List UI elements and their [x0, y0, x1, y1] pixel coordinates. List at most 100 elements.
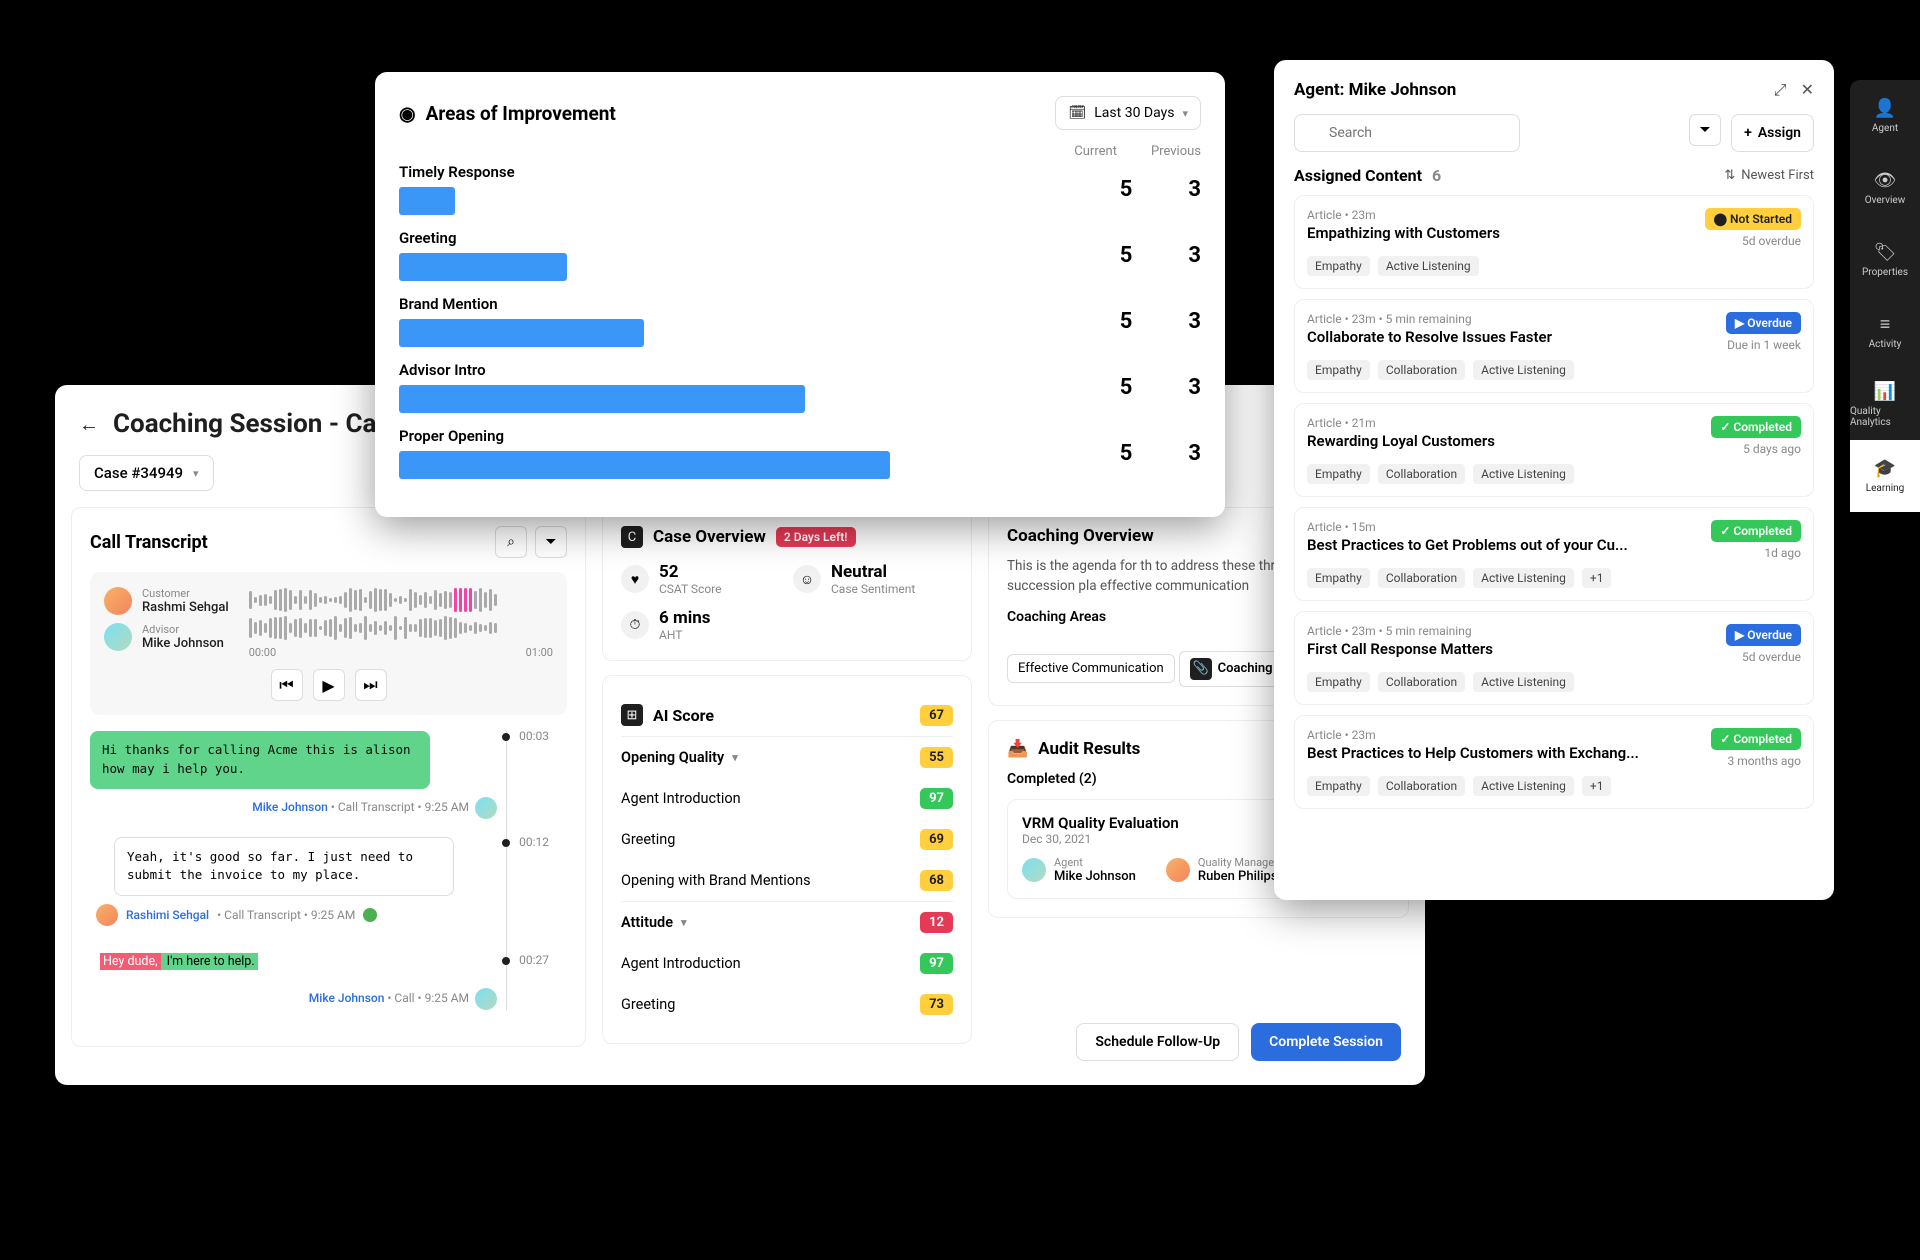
- chevron-down-icon: ▾: [1182, 107, 1188, 120]
- tag: Empathy: [1307, 672, 1370, 692]
- tag: Collaboration: [1378, 672, 1465, 692]
- transcript-message[interactable]: Yeah, it's good so far. I just need to s…: [114, 837, 454, 897]
- date-range-selector[interactable]: 🗓Last 30 Days▾: [1055, 96, 1201, 130]
- metric-label: Advisor Intro: [399, 361, 1100, 379]
- metric-bar: [399, 187, 455, 215]
- status-badge: ▶ Overdue: [1726, 312, 1801, 334]
- tag: Active Listening: [1473, 776, 1574, 796]
- status-dot-icon: [363, 908, 377, 922]
- case-selector[interactable]: Case #34949 ▾: [79, 455, 214, 491]
- metric-current: 5: [1120, 177, 1133, 202]
- tag: Active Listening: [1473, 360, 1574, 380]
- sentiment-icon: ☺: [793, 565, 821, 593]
- metric-bar: [399, 385, 805, 413]
- audio-player: CustomerRashmi Sehgal AdvisorMike Johnso…: [90, 572, 567, 715]
- coaching-area-pill[interactable]: Effective Communication: [1007, 654, 1175, 683]
- tag: Empathy: [1307, 360, 1370, 380]
- metric-bar: [399, 451, 890, 479]
- tag: Empathy: [1307, 568, 1370, 588]
- metric-bar: [399, 319, 644, 347]
- nav-quality[interactable]: 📊Quality Analytics: [1850, 368, 1920, 440]
- content-title: First Call Response Matters: [1307, 640, 1493, 658]
- heart-icon: ♥: [621, 565, 649, 593]
- prev-button[interactable]: ⏮: [271, 669, 303, 701]
- content-card[interactable]: Article • 23m • 5 min remainingCollabora…: [1294, 299, 1814, 393]
- nav-learning[interactable]: 🎓Learning: [1850, 440, 1920, 512]
- content-card[interactable]: Article • 21mRewarding Loyal Customers✓ …: [1294, 403, 1814, 497]
- activity-icon: ≡: [1880, 314, 1891, 335]
- tag: +1: [1582, 568, 1612, 588]
- case-overview-panel: CCase Overview2 Days Left! ♥52CSAT Score…: [602, 507, 972, 661]
- content-title: Best Practices to Get Problems out of yo…: [1307, 536, 1628, 554]
- content-card[interactable]: Article • 23mBest Practices to Help Cust…: [1294, 715, 1814, 809]
- content-meta: Article • 21m: [1307, 416, 1495, 430]
- metric-label: Greeting: [399, 229, 1100, 247]
- waveform[interactable]: [249, 614, 553, 642]
- agent-icon: 👤: [1874, 98, 1896, 119]
- due-text: 5d overdue: [1705, 234, 1801, 248]
- nav-agent[interactable]: 👤Agent: [1850, 80, 1920, 152]
- tag: Collaboration: [1378, 464, 1465, 484]
- next-button[interactable]: ⏭: [355, 669, 387, 701]
- filter-icon[interactable]: ⏷: [1689, 114, 1721, 146]
- search-icon[interactable]: ⌕: [495, 526, 527, 558]
- nav-overview[interactable]: 👁Overview: [1850, 152, 1920, 224]
- due-text: Due in 1 week: [1726, 338, 1801, 352]
- calendar-icon: 🗓: [1068, 105, 1086, 121]
- schedule-followup-button[interactable]: Schedule Follow-Up: [1076, 1023, 1239, 1061]
- clock-icon: ⏱: [621, 611, 649, 639]
- close-icon[interactable]: ✕: [1801, 80, 1814, 100]
- avatar: [475, 797, 497, 819]
- assign-button[interactable]: +Assign: [1731, 114, 1814, 152]
- tag: Active Listening: [1473, 672, 1574, 692]
- sort-icon: ⇅: [1724, 168, 1735, 183]
- metric-previous: 3: [1188, 441, 1201, 466]
- content-card[interactable]: Article • 23m • 5 min remaining First Cal…: [1294, 611, 1814, 705]
- metric-bar: [399, 253, 567, 281]
- target-icon: ◉: [399, 102, 416, 125]
- plus-icon: +: [1744, 125, 1752, 141]
- status-badge: ▶ Overdue: [1726, 624, 1801, 646]
- transcript-message[interactable]: Hi thanks for calling Acme this is aliso…: [90, 731, 430, 789]
- due-text: 5d overdue: [1726, 650, 1801, 664]
- tag: Active Listening: [1473, 464, 1574, 484]
- nav-activity[interactable]: ≡Activity: [1850, 296, 1920, 368]
- avatar: [96, 904, 118, 926]
- nav-properties[interactable]: 🏷Properties: [1850, 224, 1920, 296]
- tag: Collaboration: [1378, 776, 1465, 796]
- content-card[interactable]: Article • 23mEmpathizing with Customers⬤…: [1294, 195, 1814, 289]
- eye-icon: 👁: [1874, 170, 1897, 191]
- content-meta: Article • 23m: [1307, 208, 1500, 222]
- content-title: Best Practices to Help Customers with Ex…: [1307, 744, 1639, 762]
- deadline-badge: 2 Days Left!: [776, 527, 856, 547]
- metric-current: 5: [1120, 375, 1133, 400]
- attachment-icon: 📎: [1190, 658, 1212, 680]
- case-icon: C: [621, 526, 643, 548]
- chevron-down-icon: ▾: [193, 467, 199, 480]
- status-badge: ✓ Completed: [1711, 520, 1801, 542]
- due-text: 5 days ago: [1711, 442, 1801, 456]
- back-icon[interactable]: ←: [79, 412, 99, 437]
- expand-icon[interactable]: ⤢: [1774, 80, 1787, 100]
- status-badge: ✓ Completed: [1711, 416, 1801, 438]
- metric-current: 5: [1120, 243, 1133, 268]
- ai-score-panel: ⊞AI Score 67 Opening Quality▾55 Agent In…: [602, 675, 972, 1044]
- status-badge: ✓ Completed: [1711, 728, 1801, 750]
- content-card[interactable]: Article • 15mBest Practices to Get Probl…: [1294, 507, 1814, 601]
- metric-previous: 3: [1188, 177, 1201, 202]
- transcript-message[interactable]: Hey dude, I'm here to help.: [90, 944, 430, 980]
- play-button[interactable]: ▶: [313, 669, 345, 701]
- waveform[interactable]: [249, 586, 553, 614]
- analytics-icon: 📊: [1874, 381, 1896, 402]
- ai-icon: ⊞: [621, 704, 643, 726]
- right-nav: 👤Agent 👁Overview 🏷Properties ≡Activity 📊…: [1850, 80, 1920, 512]
- filter-icon[interactable]: ⏷: [535, 526, 567, 558]
- learning-icon: 🎓: [1874, 458, 1896, 479]
- content-meta: Article • 23m • 5 min remaining: [1307, 624, 1493, 638]
- complete-session-button[interactable]: Complete Session: [1251, 1023, 1401, 1061]
- metric-previous: 3: [1188, 309, 1201, 334]
- sort-selector[interactable]: ⇅Newest First: [1724, 168, 1814, 183]
- avatar: [104, 587, 132, 615]
- call-transcript-panel: Call Transcript ⌕ ⏷ CustomerRashmi Sehga…: [71, 507, 586, 1047]
- search-input[interactable]: [1294, 114, 1520, 152]
